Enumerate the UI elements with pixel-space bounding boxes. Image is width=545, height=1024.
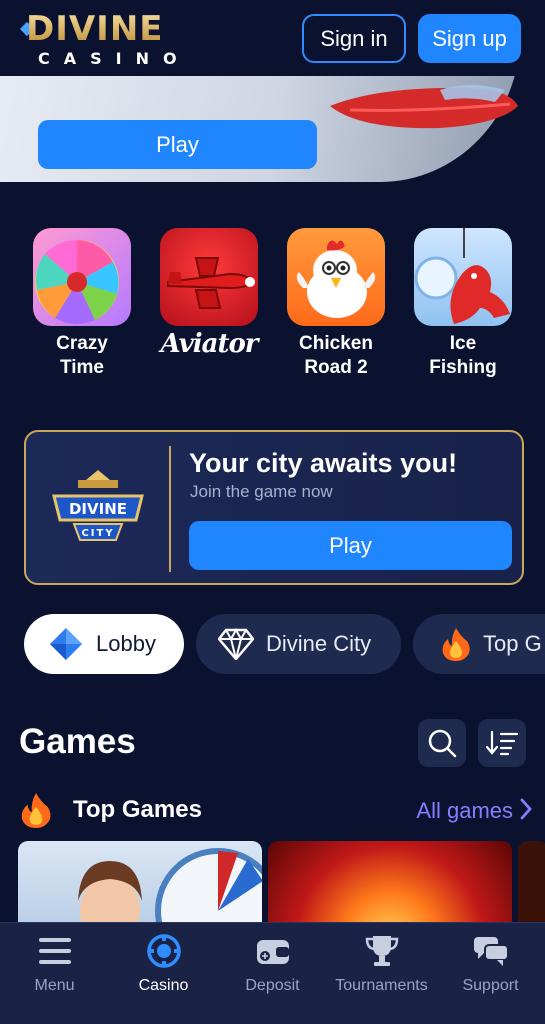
game-card-thumbnail bbox=[78, 848, 262, 931]
nav-menu[interactable]: Menu bbox=[0, 933, 109, 995]
crazy-time-wheel-icon bbox=[33, 228, 131, 326]
tab-label: Divine City bbox=[266, 631, 372, 656]
quick-game-crazy-time[interactable]: Crazy Time bbox=[32, 228, 132, 380]
divine-casino-logo[interactable]: DIVINE CASINO bbox=[19, 9, 192, 68]
tab-label: Lobby bbox=[96, 631, 156, 656]
nav-casino[interactable]: Casino bbox=[109, 933, 218, 995]
tab-lobby[interactable]: Lobby bbox=[24, 614, 184, 674]
city-logo-bottom-text: CITY bbox=[81, 528, 114, 539]
trophy-icon bbox=[365, 936, 398, 966]
blue-diamond-icon bbox=[50, 628, 82, 660]
hero-play-button[interactable]: Play bbox=[38, 120, 317, 169]
top-games-header: Top Games All games bbox=[20, 790, 532, 830]
quick-game-label: Ice Fishing bbox=[429, 333, 497, 378]
tab-label: Top G bbox=[483, 631, 542, 656]
white-diamond-icon bbox=[218, 628, 254, 660]
quick-game-aviator[interactable]: Aviator bbox=[159, 228, 259, 358]
tab-divine-city[interactable]: Divine City bbox=[196, 614, 401, 674]
header: DIVINE CASINO Sign in Sign up bbox=[0, 0, 545, 76]
quick-game-ice-fishing[interactable]: Ice Fishing bbox=[413, 228, 513, 380]
city-promo-title: Your city awaits you! bbox=[189, 448, 458, 478]
nav-deposit[interactable]: Deposit bbox=[218, 933, 327, 995]
menu-icon bbox=[38, 938, 71, 964]
divine-city-logo: DIVINE CITY bbox=[52, 470, 144, 541]
aviator-plane-icon bbox=[160, 228, 258, 326]
nav-label: Tournaments bbox=[335, 977, 428, 994]
city-play-button[interactable]: Play bbox=[189, 521, 512, 570]
nav-label: Deposit bbox=[245, 977, 300, 994]
quick-game-label: Crazy Time bbox=[56, 333, 108, 378]
sort-button[interactable] bbox=[478, 719, 526, 767]
nav-support[interactable]: Support bbox=[436, 933, 545, 995]
game-card[interactable] bbox=[518, 841, 545, 931]
sign-up-button[interactable]: Sign up bbox=[418, 14, 521, 63]
quick-game-label: Aviator bbox=[160, 329, 259, 359]
city-promo-subtitle: Join the game now bbox=[190, 482, 333, 501]
divine-city-promo[interactable]: DIVINE CITY Your city awaits you! Join t… bbox=[24, 430, 524, 585]
quick-game-chicken-road[interactable]: Chicken Road 2 bbox=[286, 228, 386, 380]
hero-banner[interactable]: Play bbox=[0, 76, 545, 182]
ice-fishing-icon bbox=[414, 228, 512, 326]
nav-tournaments[interactable]: Tournaments bbox=[327, 933, 436, 995]
game-card[interactable] bbox=[18, 841, 262, 931]
city-logo-top-text: DIVINE bbox=[69, 500, 127, 518]
fire-icon bbox=[21, 793, 51, 828]
sign-in-button[interactable]: Sign in bbox=[302, 14, 406, 63]
top-games-title: Top Games bbox=[73, 796, 202, 823]
logo-text: DIVINE bbox=[26, 9, 164, 49]
chevron-right-icon[interactable] bbox=[519, 798, 533, 820]
fire-icon bbox=[442, 628, 470, 661]
divider bbox=[169, 446, 171, 572]
bottom-navigation: Menu Casino Deposit Tournaments Support bbox=[0, 922, 545, 1024]
tab-top-games[interactable]: Top G bbox=[413, 614, 545, 674]
sort-icon bbox=[486, 730, 518, 756]
nav-label: Menu bbox=[34, 977, 75, 994]
logo-subtext: CASINO bbox=[38, 49, 191, 68]
nav-label: Casino bbox=[138, 977, 189, 994]
all-games-link[interactable]: All games bbox=[416, 798, 513, 824]
chicken-icon bbox=[287, 228, 385, 326]
search-icon bbox=[428, 729, 457, 758]
wallet-icon bbox=[256, 940, 289, 964]
search-button[interactable] bbox=[418, 719, 466, 767]
chat-icon bbox=[473, 937, 509, 966]
quick-game-label: Chicken Road 2 bbox=[299, 333, 373, 378]
red-plane-icon bbox=[330, 85, 518, 129]
nav-label: Support bbox=[462, 977, 519, 994]
category-tabs: Lobby Divine City Top G bbox=[0, 614, 545, 676]
game-card[interactable] bbox=[268, 841, 512, 931]
quick-games-row: Crazy Time Aviator Chicken Road 2 Ice Fi… bbox=[0, 228, 545, 388]
casino-chip-icon bbox=[146, 934, 181, 968]
games-heading: Games bbox=[19, 722, 136, 761]
